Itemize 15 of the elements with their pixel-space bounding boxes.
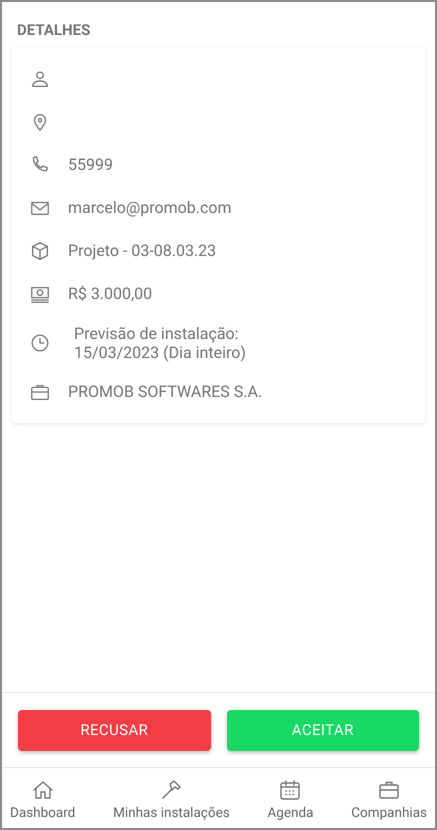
detail-text: Previsão de instalação: 15/03/2023 (Dia inteiro) <box>73 324 246 362</box>
detail-text: 55999 <box>68 155 113 174</box>
section-title: DETALHES <box>16 20 92 41</box>
calendar-icon <box>278 778 302 802</box>
clock-icon <box>29 332 51 354</box>
nav-tab[interactable]: Companhias <box>351 803 427 824</box>
detail-text: R$ 3.000,00 <box>68 284 152 303</box>
detail-text: Projeto - 03-08.03.23 <box>68 241 216 260</box>
detail-text: PROMOB SOFTWARES S.A. <box>68 382 262 401</box>
nav-tab[interactable]: Agenda <box>268 803 314 824</box>
reject-button[interactable]: RECUSAR <box>18 710 210 750</box>
nav-tab[interactable]: Minhas instalações <box>113 803 230 824</box>
nav-tab[interactable]: Dashboard <box>10 803 76 824</box>
detail-text: marcelo@promob.com <box>68 198 232 217</box>
cube-icon <box>29 240 51 262</box>
